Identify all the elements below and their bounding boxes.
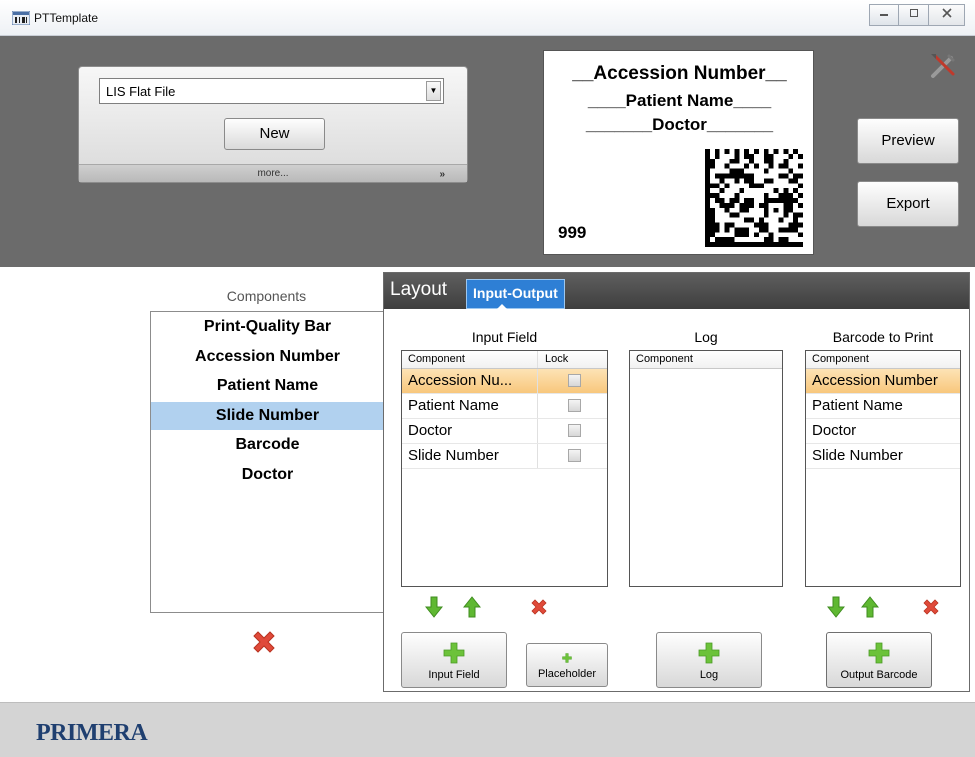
header-lock: Lock (545, 353, 569, 365)
new-button[interactable]: New (224, 118, 325, 150)
barcode-print-title: Barcode to Print (832, 329, 934, 345)
barcode-print-grid[interactable]: Component Accession Number Patient Name … (805, 350, 961, 587)
input-field-grid[interactable]: Component Lock Accession Nu... Patient N… (401, 350, 608, 587)
add-input-field-button[interactable]: Input Field (401, 632, 507, 688)
more-label: more... (257, 168, 289, 179)
preview-button[interactable]: Preview (857, 118, 959, 164)
maximize-icon (909, 9, 918, 17)
title-bar: PTTemplate (0, 0, 975, 36)
output-barcode-label: Output Barcode (840, 669, 918, 681)
primera-logo: PRIMERA (36, 720, 148, 746)
close-icon (941, 8, 952, 18)
component-accession-number[interactable]: Accession Number (151, 343, 384, 372)
input-row-name: Accession Nu... (408, 372, 513, 389)
footer: PRIMERA (0, 702, 975, 757)
components-list[interactable]: Print-Quality Bar Accession Number Patie… (150, 311, 385, 613)
maximize-button[interactable] (899, 4, 929, 26)
input-row[interactable]: Slide Number (402, 444, 607, 469)
header-panel: LIS Flat File ▼ New more... » __Accessio… (0, 36, 975, 267)
tab-input-output-label: Input-Output (473, 285, 558, 301)
barcode-row[interactable]: Slide Number (806, 444, 960, 469)
plus-icon (443, 642, 465, 664)
barcode-row[interactable]: Patient Name (806, 394, 960, 419)
component-barcode[interactable]: Barcode (151, 431, 384, 460)
header-component: Component (636, 353, 693, 365)
preview-accession-line: __Accession Number__ (572, 63, 787, 84)
preview-doctor-line: _______Doctor_______ (585, 115, 774, 134)
add-log-label: Log (699, 669, 719, 681)
input-row[interactable]: Accession Nu... (402, 369, 607, 394)
profile-selector-panel: LIS Flat File ▼ New more... » (78, 66, 468, 183)
input-output-panel: Layout Input-Output Input Field Componen… (383, 272, 970, 692)
column-divider (537, 419, 538, 443)
minimize-button[interactable] (869, 4, 899, 26)
minimize-icon (880, 14, 888, 16)
delete-input-icon[interactable] (529, 597, 549, 617)
plus-icon (868, 642, 890, 664)
column-divider (537, 444, 538, 468)
tab-layout[interactable]: Layout (390, 279, 447, 301)
arrow-up-icon[interactable] (861, 596, 879, 618)
add-placeholder-label: Placeholder (537, 668, 597, 680)
input-field-header: Component Lock (402, 351, 607, 369)
log-grid[interactable]: Component (629, 350, 783, 587)
plus-icon (562, 653, 572, 663)
profile-dropdown-value: LIS Flat File (106, 84, 176, 99)
input-row[interactable]: Doctor (402, 419, 607, 444)
barcode-print-header: Component (806, 351, 960, 369)
component-doctor[interactable]: Doctor (151, 461, 384, 490)
datamatrix-barcode (705, 149, 803, 247)
active-tab-indicator (497, 304, 507, 309)
add-placeholder-button[interactable]: Placeholder (526, 643, 608, 687)
delete-barcode-icon[interactable] (921, 597, 941, 617)
component-print-quality-bar[interactable]: Print-Quality Bar (151, 313, 384, 342)
lock-checkbox[interactable] (568, 399, 581, 412)
output-barcode-button[interactable]: Output Barcode (826, 632, 932, 688)
input-field-title: Input Field (471, 329, 538, 345)
header-component: Component (812, 353, 869, 365)
preview-number: 999 (558, 223, 587, 242)
window-title: PTTemplate (34, 11, 99, 25)
arrow-up-icon[interactable] (463, 596, 481, 618)
component-patient-name[interactable]: Patient Name (151, 372, 384, 401)
lock-checkbox[interactable] (568, 449, 581, 462)
components-title: Components (226, 288, 307, 304)
barcode-row[interactable]: Doctor (806, 419, 960, 444)
tools-icon[interactable] (927, 50, 959, 82)
chevron-double-down-icon: » (439, 169, 445, 180)
arrow-down-icon[interactable] (425, 596, 443, 618)
window-controls (869, 4, 965, 26)
add-log-button[interactable]: Log (656, 632, 762, 688)
barcode-row[interactable]: Accession Number (806, 369, 960, 394)
label-preview: __Accession Number__ ____Patient Name___… (543, 50, 814, 255)
preview-patient-line: ____Patient Name____ (587, 91, 772, 110)
delete-component-icon[interactable] (249, 627, 279, 657)
lock-checkbox[interactable] (568, 374, 581, 387)
app-icon (12, 11, 30, 25)
more-expander[interactable]: more... » (79, 164, 467, 182)
log-header: Component (630, 351, 782, 369)
plus-icon (698, 642, 720, 664)
log-title: Log (694, 329, 718, 345)
input-row-name: Patient Name (408, 397, 499, 414)
arrow-down-icon[interactable] (827, 596, 845, 618)
input-row-name: Slide Number (408, 447, 499, 464)
close-button[interactable] (929, 4, 965, 26)
add-input-field-label: Input Field (428, 669, 480, 681)
dropdown-arrow-icon[interactable]: ▼ (426, 81, 441, 101)
input-row-name: Doctor (408, 422, 453, 439)
export-button[interactable]: Export (857, 181, 959, 227)
lock-checkbox[interactable] (568, 424, 581, 437)
component-slide-number[interactable]: Slide Number (151, 401, 384, 430)
column-divider (537, 351, 538, 368)
column-divider (537, 394, 538, 418)
tab-input-output[interactable]: Input-Output (466, 279, 565, 309)
profile-dropdown[interactable]: LIS Flat File ▼ (99, 78, 444, 104)
column-divider (537, 369, 538, 393)
tab-bar: Layout Input-Output (384, 273, 969, 309)
header-component: Component (408, 353, 465, 365)
input-row[interactable]: Patient Name (402, 394, 607, 419)
